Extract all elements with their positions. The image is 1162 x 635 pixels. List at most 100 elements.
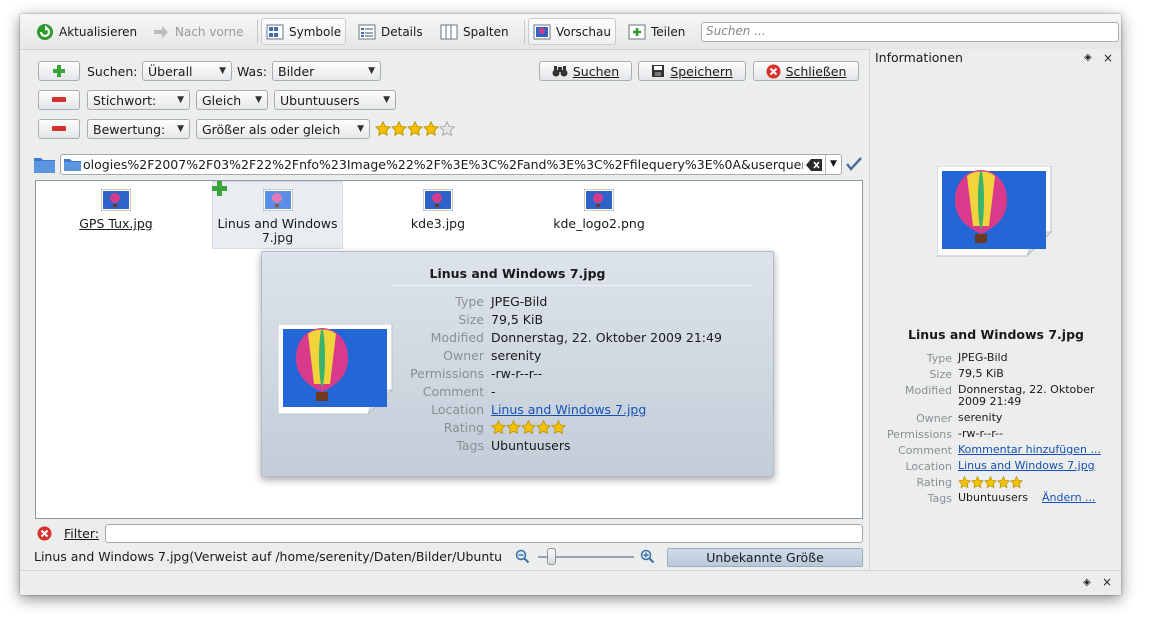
- rating-stars[interactable]: [375, 121, 455, 137]
- save-icon: [652, 65, 665, 77]
- filter-input[interactable]: [105, 524, 863, 543]
- close-circle-icon: [766, 64, 781, 78]
- info-key: Type: [926, 352, 952, 365]
- chevron-down-icon: ▼: [255, 95, 262, 105]
- location-bar[interactable]: ologies%2F2007%2F03%2F22%2Fnfo%23Image%2…: [60, 154, 842, 175]
- chevron-down-icon: ▼: [357, 124, 364, 134]
- close-search-button[interactable]: Schließen: [753, 61, 859, 81]
- clear-text-icon[interactable]: [806, 158, 822, 171]
- star-filled-icon: [958, 476, 971, 489]
- info-key: Permissions: [886, 428, 952, 441]
- search-scope-label: Suchen:: [87, 64, 138, 79]
- preview-icon: [533, 24, 551, 39]
- forward-button[interactable]: Nach vorne: [148, 18, 248, 45]
- what-select[interactable]: Bilder ▼: [272, 61, 381, 81]
- close-panel-icon[interactable]: ×: [1103, 51, 1113, 65]
- location-url: ologies%2F2007%2F03%2F22%2Fnfo%23Image%2…: [83, 157, 803, 172]
- reload-icon: [37, 23, 53, 40]
- criterion-operator-select[interactable]: Gleich ▼: [196, 90, 268, 110]
- chevron-down-icon: ▼: [177, 124, 184, 134]
- minus-icon: [52, 126, 66, 131]
- tooltip-value: Ubuntuusers: [491, 438, 571, 453]
- file-item[interactable]: kde_logo2.png: [544, 189, 654, 231]
- search-button[interactable]: Suchen: [539, 61, 632, 81]
- checkmark-icon[interactable]: [846, 157, 862, 171]
- columns-view-button[interactable]: Spalten: [436, 18, 513, 45]
- tooltip-key: Comment: [422, 384, 484, 399]
- folder-icon: [34, 158, 55, 173]
- rating-operator-select[interactable]: Größer als oder gleich ▼: [196, 119, 370, 139]
- toolbar-separator: [257, 20, 258, 44]
- tooltip-key: Tags: [456, 438, 484, 453]
- file-item-selected[interactable]: Linus and Windows 7.jpg: [212, 181, 343, 249]
- reload-button[interactable]: Aktualisieren: [32, 18, 141, 45]
- info-value: JPEG-Bild: [958, 351, 1008, 364]
- change-tags-link[interactable]: Ändern ...: [1042, 491, 1096, 504]
- share-label: Teilen: [651, 24, 686, 39]
- close-panel-icon[interactable]: ×: [1102, 575, 1112, 589]
- tooltip-title: Linus and Windows 7.jpg: [429, 266, 606, 281]
- remove-criterion-button[interactable]: [38, 90, 80, 110]
- image-thumbnail-icon: [423, 189, 453, 211]
- remove-criterion-button[interactable]: [38, 119, 80, 139]
- info-key: Owner: [916, 412, 952, 425]
- info-rating-stars[interactable]: [958, 476, 1118, 489]
- info-location-link[interactable]: Linus and Windows 7.jpg: [958, 460, 1118, 472]
- preview-button[interactable]: Vorschau: [528, 18, 616, 45]
- icons-view-label: Symbole: [289, 24, 342, 39]
- add-comment-link[interactable]: Kommentar hinzufügen ...: [958, 444, 1118, 456]
- rating-field-select[interactable]: Bewertung: ▼: [87, 119, 190, 139]
- save-button[interactable]: Speichern: [638, 61, 746, 81]
- chevron-down-icon: ▼: [383, 95, 390, 105]
- star-filled-icon: [536, 420, 551, 435]
- zoom-in-icon[interactable]: [640, 549, 655, 564]
- star-filled-icon: [997, 476, 1010, 489]
- info-key: Rating: [916, 476, 952, 489]
- criterion-value-select[interactable]: Ubuntuusers ▼: [274, 90, 396, 110]
- criterion-field-value: Stichwort:: [93, 92, 157, 108]
- clear-filter-icon[interactable]: [37, 526, 52, 541]
- tooltip-key: Type: [455, 294, 484, 309]
- details-view-button[interactable]: Details: [354, 18, 427, 45]
- share-icon: [628, 24, 646, 39]
- file-item[interactable]: GPS Tux.jpg: [66, 189, 166, 231]
- add-selection-icon[interactable]: [212, 181, 227, 196]
- filter-label: Filter:: [64, 526, 99, 541]
- main-toolbar: Aktualisieren Nach vorne Symbole Details…: [20, 14, 1121, 50]
- info-key: Modified: [905, 384, 952, 397]
- toolbar-search-input[interactable]: Suchen ...: [701, 22, 1119, 42]
- tooltip-location-link[interactable]: Linus and Windows 7.jpg: [491, 402, 646, 417]
- columns-view-label: Spalten: [463, 24, 509, 39]
- float-panel-icon[interactable]: ◈: [1083, 577, 1091, 588]
- image-thumbnail-icon: [584, 189, 614, 211]
- float-panel-icon[interactable]: ◈: [1084, 52, 1092, 63]
- rating-operator-value: Größer als oder gleich: [202, 121, 341, 137]
- tooltip-value: -: [491, 384, 496, 399]
- what-label: Was:: [237, 64, 267, 79]
- share-button[interactable]: Teilen: [624, 18, 689, 45]
- image-thumbnail-icon: [262, 189, 293, 211]
- info-tags: Ubuntuusers Ändern ...: [958, 492, 1118, 504]
- chevron-down-icon[interactable]: ▼: [825, 155, 841, 174]
- icons-view-button[interactable]: Symbole: [261, 18, 347, 45]
- toolbar-separator: [524, 20, 525, 44]
- file-item[interactable]: kde3.jpg: [388, 189, 488, 231]
- tooltip-value: serenity: [491, 348, 542, 363]
- forward-label: Nach vorne: [175, 24, 244, 39]
- add-criterion-button[interactable]: [38, 61, 80, 81]
- image-thumbnail-icon: [101, 189, 131, 211]
- zoom-out-icon[interactable]: [515, 549, 530, 564]
- file-name: kde3.jpg: [410, 216, 466, 231]
- criterion-field-select[interactable]: Stichwort: ▼: [87, 90, 190, 110]
- search-scope-select[interactable]: Überall ▼: [142, 61, 232, 81]
- tooltip-value: JPEG-Bild: [491, 294, 548, 309]
- chevron-down-icon: ▼: [177, 95, 184, 105]
- info-file-title: Linus and Windows 7.jpg: [908, 327, 1084, 342]
- criterion-operator-value: Gleich: [202, 92, 242, 108]
- tooltip-value: 79,5 KiB: [491, 312, 544, 327]
- file-tooltip: Linus and Windows 7.jpg Type JPEG-Bild Siz…: [261, 251, 774, 477]
- file-view[interactable]: GPS Tux.jpg Linus and Windows 7.jpg kde3…: [35, 180, 863, 519]
- star-filled-icon: [506, 420, 521, 435]
- zoom-slider-handle[interactable]: [547, 548, 556, 565]
- dolphin-window: Aktualisieren Nach vorne Symbole Details…: [20, 14, 1121, 595]
